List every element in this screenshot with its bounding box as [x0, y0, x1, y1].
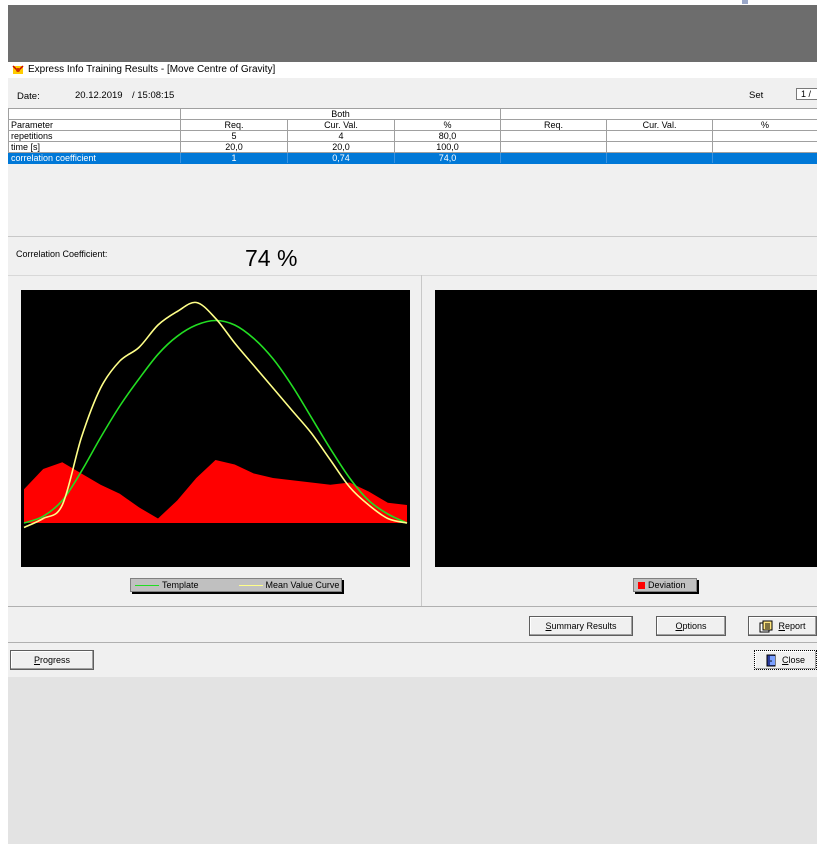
column-header-row: Parameter Req. Cur. Val. % Req. Cur. Val…	[8, 119, 817, 131]
table-cell: 80,0	[393, 130, 502, 142]
template-swatch	[135, 584, 159, 586]
set-label: Set	[749, 90, 764, 101]
legend-template: Template	[162, 580, 199, 590]
footer-separator	[8, 606, 817, 607]
deviation-swatch	[638, 581, 645, 589]
app-icon	[12, 65, 24, 74]
correlation-label: Correlation Coefficient:	[16, 249, 108, 259]
set-field[interactable]: 1 /	[796, 88, 817, 100]
table-cell	[606, 130, 714, 142]
summary-results-label: Summary Results	[545, 621, 617, 631]
time-value: / 15:08:15	[132, 90, 175, 101]
table-row-selected[interactable]: correlation coefficient 1 0,74 74,0	[8, 152, 817, 164]
title-bar: Express Info Training Results - [Move Ce…	[8, 62, 817, 78]
deviation-chart	[435, 290, 817, 567]
legend-deviation: Deviation	[648, 580, 686, 590]
table-cell: correlation coefficient	[8, 152, 181, 164]
table-cell: 1	[180, 152, 288, 164]
panel-separator	[8, 275, 817, 276]
panel-divider	[421, 275, 422, 607]
window-title: Express Info Training Results - [Move Ce…	[28, 64, 276, 75]
table-row[interactable]: repetitions 5 4 80,0	[8, 130, 817, 142]
top-bar-mark	[742, 0, 748, 4]
close-label: Close	[781, 655, 805, 665]
correlation-value: 74 %	[245, 245, 298, 271]
summary-results-button[interactable]: Summary Results	[529, 616, 633, 636]
group-header-both: Both	[179, 108, 502, 120]
table-cell	[712, 141, 817, 153]
table-cell	[606, 141, 714, 153]
correlation-chart	[21, 290, 410, 567]
progress-button[interactable]: Progress	[10, 650, 94, 670]
column-header[interactable]: Req.	[180, 119, 288, 131]
column-header[interactable]: Req.	[500, 119, 608, 131]
table-cell	[500, 152, 608, 164]
results-window: Express Info Training Results - [Move Ce…	[8, 62, 817, 844]
results-table: Both Parameter Req. Cur. Val. % Req. Cur…	[8, 108, 817, 164]
table-cell: 74,0	[393, 152, 502, 164]
column-header[interactable]: %	[393, 119, 502, 131]
group-header-row: Both	[8, 108, 817, 120]
column-header[interactable]: Cur. Val.	[287, 119, 395, 131]
table-cell	[606, 152, 714, 164]
group-header-second	[500, 108, 817, 120]
empty-area	[8, 677, 817, 844]
report-button[interactable]: Report	[748, 616, 817, 636]
table-cell	[500, 141, 608, 153]
curve-legend: Template Mean Value Curve	[130, 578, 342, 592]
table-cell	[500, 130, 608, 142]
deviation-area	[24, 460, 407, 523]
column-header[interactable]: Cur. Val.	[606, 119, 714, 131]
legend-mean: Mean Value Curve	[265, 580, 340, 590]
table-cell	[712, 130, 817, 142]
date-value: 20.12.2019	[75, 90, 123, 101]
column-header[interactable]: %	[712, 119, 817, 131]
table-cell: 100,0	[393, 141, 502, 153]
close-button[interactable]: Close	[754, 650, 817, 670]
table-cell: repetitions	[8, 130, 181, 142]
table-cell: 4	[287, 130, 395, 142]
options-button[interactable]: Options	[656, 616, 726, 636]
table-cell: 20,0	[287, 141, 395, 153]
progress-label: Progress	[33, 655, 71, 665]
options-label: Options	[675, 621, 707, 631]
mean-swatch	[238, 584, 263, 586]
report-icon	[759, 620, 773, 632]
table-cell: time [s]	[8, 141, 181, 153]
table-row[interactable]: time [s] 20,0 20,0 100,0	[8, 141, 817, 153]
footer-separator	[8, 642, 817, 643]
column-header[interactable]: Parameter	[8, 119, 181, 131]
date-label: Date:	[17, 91, 40, 102]
table-cell	[712, 152, 817, 164]
group-header-blank	[8, 108, 181, 120]
table-cell: 20,0	[180, 141, 288, 153]
desktop-top-bar	[8, 5, 817, 62]
door-icon	[766, 654, 776, 666]
table-cell: 5	[180, 130, 288, 142]
deviation-legend: Deviation	[633, 578, 697, 592]
report-label: Report	[778, 621, 806, 631]
table-cell: 0,74	[287, 152, 395, 164]
